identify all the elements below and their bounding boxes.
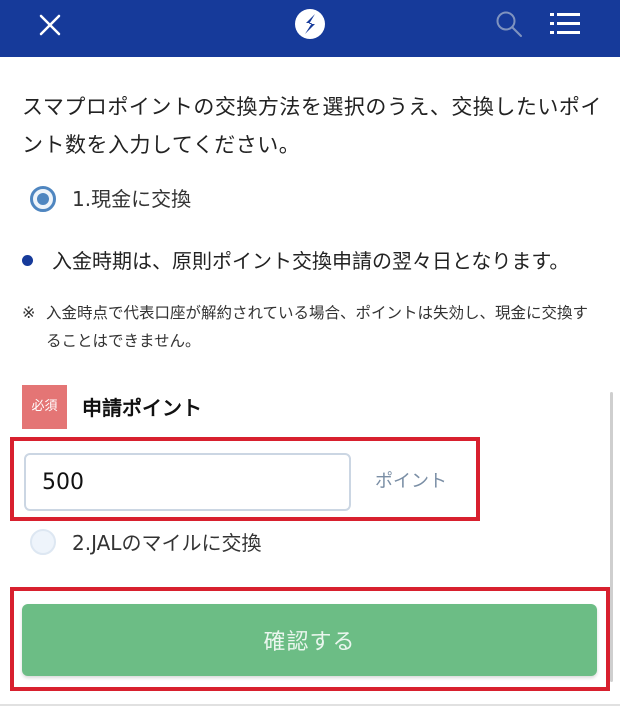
search-button[interactable] bbox=[494, 9, 524, 39]
app-logo[interactable] bbox=[294, 8, 326, 40]
bottom-divider bbox=[0, 704, 620, 706]
radio-cash-exchange[interactable] bbox=[30, 186, 56, 212]
points-unit-label: ポイント bbox=[375, 471, 447, 492]
intro-text: スマプロポイントの交換方法を選択のうえ、交換したいポイント数を入力してください。 bbox=[22, 95, 602, 157]
deposit-timing-text: 入金時期は、原則ポイント交換申請の翌々日となります。 bbox=[52, 249, 570, 273]
logo-icon bbox=[295, 9, 325, 39]
note-mark: ※ bbox=[22, 303, 36, 322]
bullet-dot bbox=[22, 255, 33, 266]
header-bar bbox=[0, 0, 620, 57]
search-icon bbox=[496, 11, 522, 37]
option-jal-label[interactable]: 2.JALのマイルに交換 bbox=[72, 530, 261, 556]
note-text: 入金時点で代表口座が解約されている場合、ポイントは失効し、現金に交換することはで… bbox=[46, 304, 589, 350]
confirm-button[interactable]: 確認する bbox=[22, 604, 597, 676]
radio-jal-miles[interactable] bbox=[30, 529, 56, 555]
close-button[interactable] bbox=[34, 9, 66, 41]
close-icon bbox=[39, 14, 61, 36]
menu-button[interactable] bbox=[549, 11, 581, 37]
points-input[interactable] bbox=[24, 453, 351, 511]
scrollbar[interactable] bbox=[610, 392, 613, 682]
required-badge: 必須 bbox=[22, 385, 67, 429]
option-cash-label[interactable]: 1.現金に交換 bbox=[72, 186, 191, 212]
application-points-label: 申請ポイント bbox=[82, 396, 202, 420]
menu-icon bbox=[550, 13, 580, 34]
